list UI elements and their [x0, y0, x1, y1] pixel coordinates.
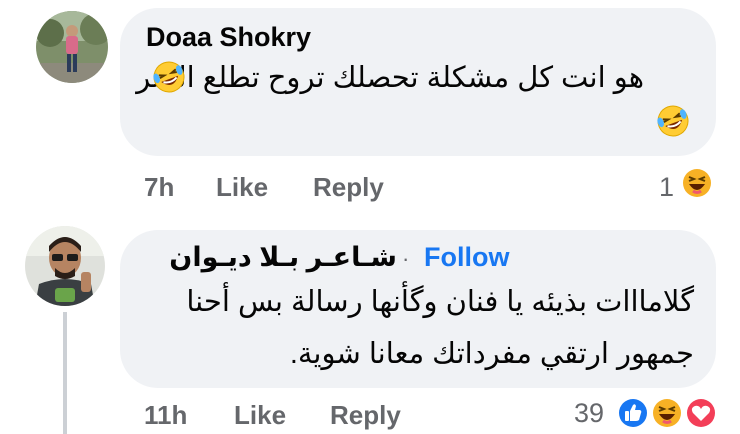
like-button[interactable]: Like: [234, 400, 286, 431]
thread-line: [63, 312, 67, 434]
comment-timestamp[interactable]: 11h: [144, 400, 187, 431]
avatar-shaer[interactable]: [25, 226, 105, 306]
comment-author[interactable]: شـاعـر بـلا ديـوان: [169, 242, 397, 273]
haha-reaction-icon[interactable]: [680, 166, 714, 200]
comment-text: هو انت كل مشكلة تحصلك تروح تطلع النمر: [136, 60, 644, 95]
comment-text-line: گلامااات بذيئه يا فنان وگأنها رسالة بس أ…: [186, 286, 694, 318]
author-name: شـاعـر بـلا ديـوان: [169, 242, 397, 272]
reply-button[interactable]: Reply: [330, 400, 401, 431]
laughing-emoji-icon: [152, 60, 186, 94]
comment-author[interactable]: Doaa Shokry: [146, 22, 311, 53]
comment-text-line: جمهور ارتقي مفرداتك معانا شوية.: [289, 338, 694, 370]
avatar-doaa-shokry[interactable]: [36, 11, 108, 83]
like-reaction-icon[interactable]: [616, 396, 650, 430]
like-button[interactable]: Like: [216, 172, 268, 203]
follow-button[interactable]: Follow: [424, 242, 509, 273]
comment-timestamp[interactable]: 7h: [144, 172, 174, 203]
reply-button[interactable]: Reply: [313, 172, 384, 203]
laughing-emoji-icon: [656, 104, 690, 138]
love-reaction-icon[interactable]: [684, 396, 718, 430]
separator-dot: ·: [402, 246, 410, 271]
reaction-count[interactable]: 1: [659, 172, 674, 203]
reaction-count[interactable]: 39: [574, 398, 604, 429]
haha-reaction-icon[interactable]: [650, 396, 684, 430]
comment-text-line: هو انت كل مشكلة تحصلك تروح تطلع النمر: [136, 62, 644, 94]
